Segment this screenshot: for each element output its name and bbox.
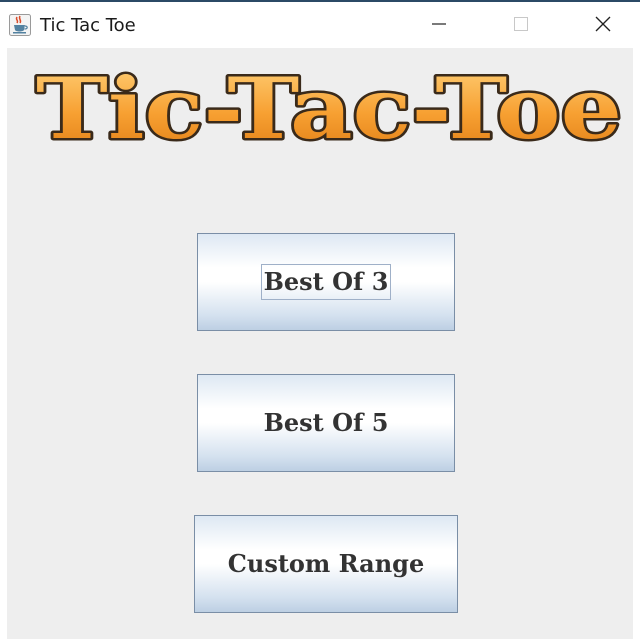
custom-range-button[interactable]: Custom Range (194, 515, 458, 613)
app-window: Tic Tac Toe Tic-Tac-Toe Best Of 3 Best O… (0, 0, 640, 639)
java-cup-icon (9, 14, 31, 36)
best-of-5-button[interactable]: Best Of 5 (197, 374, 455, 472)
window-title: Tic Tac Toe (40, 15, 136, 36)
best-of-5-label: Best Of 5 (263, 408, 389, 437)
minimize-button[interactable] (416, 2, 462, 46)
minimize-icon (432, 23, 446, 25)
close-icon (595, 16, 611, 32)
main-panel: Tic-Tac-Toe Best Of 3 Best Of 5 Custom R… (7, 48, 633, 639)
custom-range-label: Custom Range (227, 549, 425, 578)
logo-text: Tic-Tac-Toe (36, 59, 622, 158)
maximize-button[interactable] (498, 2, 544, 46)
best-of-3-button[interactable]: Best Of 3 (197, 233, 455, 331)
title-bar[interactable]: Tic Tac Toe (0, 2, 640, 48)
close-button[interactable] (580, 2, 626, 46)
tic-tac-toe-logo: Tic-Tac-Toe (34, 58, 625, 158)
maximize-icon (514, 17, 528, 31)
best-of-3-label: Best Of 3 (260, 264, 392, 300)
